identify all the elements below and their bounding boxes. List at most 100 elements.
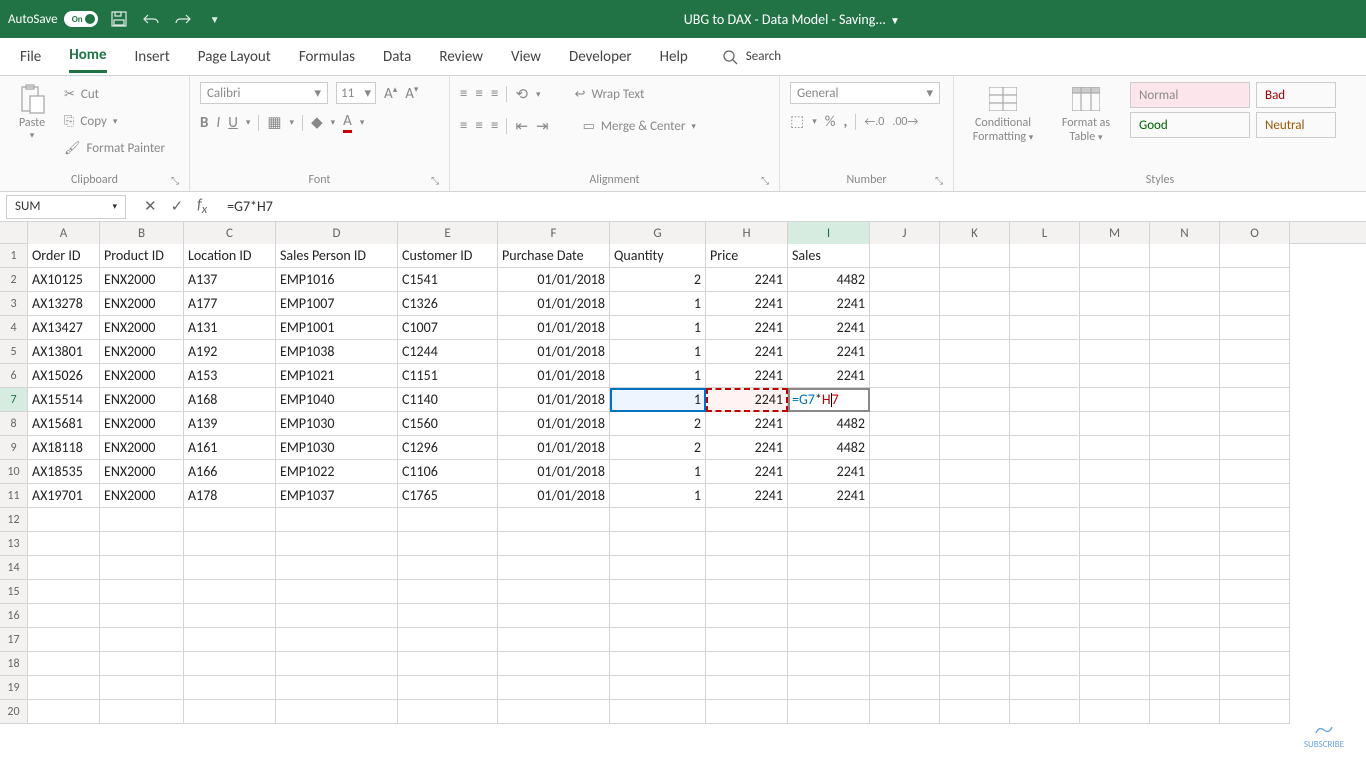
cell-D5[interactable]: EMP1038 <box>276 340 398 364</box>
cell-D1[interactable]: Sales Person ID <box>276 244 398 268</box>
fx-icon[interactable]: fx <box>197 196 207 217</box>
cell-F3[interactable]: 01/01/2018 <box>498 292 610 316</box>
cell-O16[interactable] <box>1220 604 1290 628</box>
col-header-H[interactable]: H <box>706 222 788 244</box>
cell-K13[interactable] <box>940 532 1010 556</box>
cell-E2[interactable]: C1541 <box>398 268 498 292</box>
cell-I7[interactable]: =G7*H7 <box>788 388 870 412</box>
tab-help[interactable]: Help <box>660 42 688 72</box>
cell-K8[interactable] <box>940 412 1010 436</box>
cell-E17[interactable] <box>398 628 498 652</box>
search-box[interactable]: Search <box>722 49 781 65</box>
row-header-12[interactable]: 12 <box>0 508 28 532</box>
cell-F5[interactable]: 01/01/2018 <box>498 340 610 364</box>
cell-N7[interactable] <box>1150 388 1220 412</box>
row-header-3[interactable]: 3 <box>0 292 28 316</box>
row-header-6[interactable]: 6 <box>0 364 28 388</box>
cell-O15[interactable] <box>1220 580 1290 604</box>
cell-G19[interactable] <box>610 676 706 700</box>
cell-I4[interactable]: 2241 <box>788 316 870 340</box>
cell-I17[interactable] <box>788 628 870 652</box>
cell-K6[interactable] <box>940 364 1010 388</box>
cell-N8[interactable] <box>1150 412 1220 436</box>
decrease-indent-icon[interactable]: ⇤ <box>515 117 528 136</box>
row-header-10[interactable]: 10 <box>0 460 28 484</box>
cell-G16[interactable] <box>610 604 706 628</box>
cell-J18[interactable] <box>870 652 940 676</box>
chevron-down-icon[interactable]: ▾ <box>290 117 295 128</box>
cell-F15[interactable] <box>498 580 610 604</box>
cell-I5[interactable]: 2241 <box>788 340 870 364</box>
cell-D3[interactable]: EMP1007 <box>276 292 398 316</box>
cell-D14[interactable] <box>276 556 398 580</box>
cell-E12[interactable] <box>398 508 498 532</box>
cell-D18[interactable] <box>276 652 398 676</box>
italic-icon[interactable]: I <box>216 114 220 132</box>
cell-J9[interactable] <box>870 436 940 460</box>
cell-L19[interactable] <box>1010 676 1080 700</box>
cell-A16[interactable] <box>28 604 100 628</box>
cell-M1[interactable] <box>1080 244 1150 268</box>
increase-font-icon[interactable]: A▴ <box>384 84 397 103</box>
cell-G13[interactable] <box>610 532 706 556</box>
merge-center-button[interactable]: ▭Merge & Center▾ <box>583 114 696 138</box>
cell-M2[interactable] <box>1080 268 1150 292</box>
cell-B5[interactable]: ENX2000 <box>100 340 184 364</box>
cell-L11[interactable] <box>1010 484 1080 508</box>
cell-N12[interactable] <box>1150 508 1220 532</box>
chevron-down-icon[interactable]: ▾ <box>246 117 251 128</box>
cell-J12[interactable] <box>870 508 940 532</box>
cell-L6[interactable] <box>1010 364 1080 388</box>
cell-D2[interactable]: EMP1016 <box>276 268 398 292</box>
decrease-font-icon[interactable]: A▾ <box>405 84 418 103</box>
cell-L2[interactable] <box>1010 268 1080 292</box>
cell-G4[interactable]: 1 <box>610 316 706 340</box>
cell-H7[interactable]: 2241 <box>706 388 788 412</box>
cell-B15[interactable] <box>100 580 184 604</box>
cell-M7[interactable] <box>1080 388 1150 412</box>
cell-A1[interactable]: Order ID <box>28 244 100 268</box>
cell-J1[interactable] <box>870 244 940 268</box>
cell-H3[interactable]: 2241 <box>706 292 788 316</box>
col-header-L[interactable]: L <box>1010 222 1080 244</box>
cell-M10[interactable] <box>1080 460 1150 484</box>
cell-H12[interactable] <box>706 508 788 532</box>
cell-G5[interactable]: 1 <box>610 340 706 364</box>
orientation-icon[interactable]: ⟲ <box>515 85 528 104</box>
col-header-A[interactable]: A <box>28 222 100 244</box>
cell-H6[interactable]: 2241 <box>706 364 788 388</box>
cell-L12[interactable] <box>1010 508 1080 532</box>
cell-K5[interactable] <box>940 340 1010 364</box>
cell-N4[interactable] <box>1150 316 1220 340</box>
cell-B11[interactable]: ENX2000 <box>100 484 184 508</box>
cell-I12[interactable] <box>788 508 870 532</box>
cell-E11[interactable]: C1765 <box>398 484 498 508</box>
cell-E15[interactable] <box>398 580 498 604</box>
chevron-down-icon[interactable]: ▾ <box>30 130 35 141</box>
cell-H19[interactable] <box>706 676 788 700</box>
row-header-17[interactable]: 17 <box>0 628 28 652</box>
cell-A9[interactable]: AX18118 <box>28 436 100 460</box>
cell-N14[interactable] <box>1150 556 1220 580</box>
spreadsheet-grid[interactable]: ABCDEFGHIJKLMNO 1Order IDProduct IDLocat… <box>0 222 1366 724</box>
cell-E7[interactable]: C1140 <box>398 388 498 412</box>
cell-L3[interactable] <box>1010 292 1080 316</box>
row-header-16[interactable]: 16 <box>0 604 28 628</box>
cell-E4[interactable]: C1007 <box>398 316 498 340</box>
font-size-combo[interactable]: 11▾ <box>336 82 376 104</box>
cell-D8[interactable]: EMP1030 <box>276 412 398 436</box>
col-header-J[interactable]: J <box>870 222 940 244</box>
tab-formulas[interactable]: Formulas <box>299 42 355 72</box>
cell-J16[interactable] <box>870 604 940 628</box>
style-normal[interactable]: Normal <box>1130 82 1250 108</box>
paste-button[interactable]: Paste ▾ <box>10 82 54 141</box>
row-header-4[interactable]: 4 <box>0 316 28 340</box>
cell-C9[interactable]: A161 <box>184 436 276 460</box>
cell-J2[interactable] <box>870 268 940 292</box>
cell-D9[interactable]: EMP1030 <box>276 436 398 460</box>
cell-A6[interactable]: AX15026 <box>28 364 100 388</box>
align-center-icon[interactable]: ≡ <box>475 117 482 135</box>
cell-K12[interactable] <box>940 508 1010 532</box>
cancel-icon[interactable]: ✕ <box>144 197 157 216</box>
cell-H10[interactable]: 2241 <box>706 460 788 484</box>
